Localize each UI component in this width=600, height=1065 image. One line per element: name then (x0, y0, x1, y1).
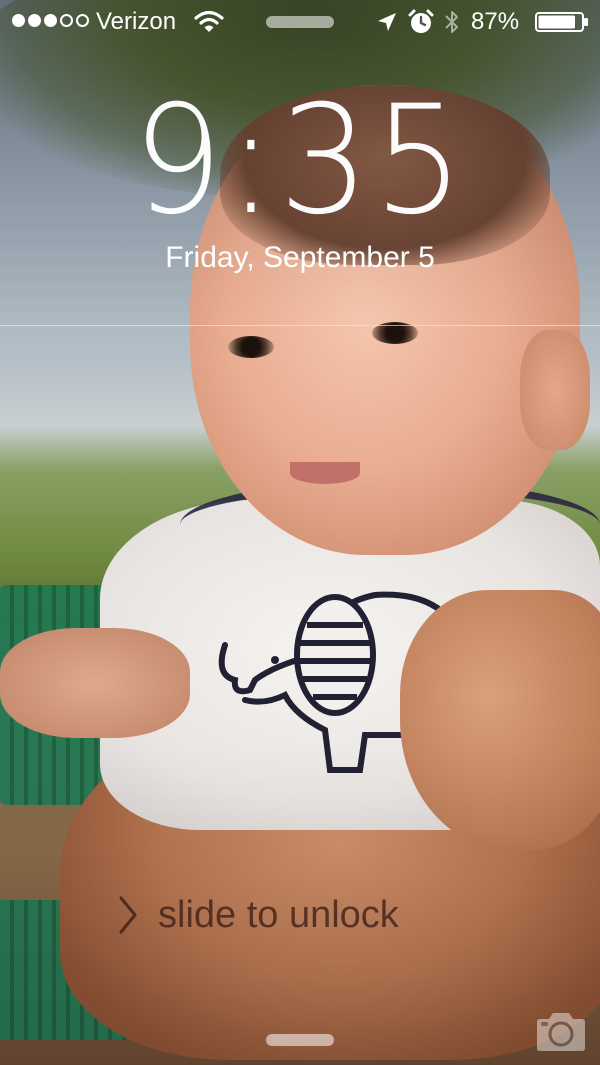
chevron-right-icon (119, 896, 137, 934)
status-bar: Verizon 87% (0, 0, 600, 44)
signal-dot (28, 14, 41, 27)
location-arrow-icon (378, 13, 396, 31)
signal-dot (44, 14, 57, 27)
carrier-name: Verizon (96, 8, 177, 35)
control-center-grabber[interactable] (266, 1034, 334, 1046)
slide-to-unlock-slider[interactable]: slide to unlock (118, 890, 399, 940)
camera-icon[interactable] (533, 1010, 589, 1054)
signal-strength-indicator (12, 14, 89, 27)
notification-center-grabber[interactable] (266, 16, 334, 28)
battery-percentage: 87% (471, 8, 520, 35)
divider-line (0, 325, 600, 326)
alarm-clock-icon (408, 9, 434, 33)
lock-screen-date: Friday, September 5 (165, 241, 435, 274)
signal-dot (60, 14, 73, 27)
bluetooth-icon (445, 11, 458, 33)
battery-icon (535, 12, 588, 32)
signal-dot (12, 14, 25, 27)
signal-dot (76, 14, 89, 27)
slide-to-unlock-label: slide to unlock (158, 894, 399, 936)
wifi-icon (194, 10, 224, 32)
lock-screen-time: 9:35 (132, 74, 468, 248)
